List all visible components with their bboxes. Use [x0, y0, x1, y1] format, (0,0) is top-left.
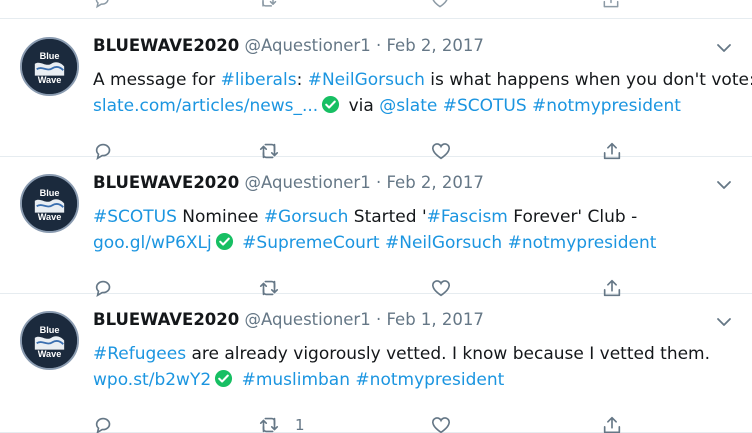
- tweet-text: Forever' Club -: [507, 207, 638, 227]
- reply-icon: [93, 414, 115, 433]
- tweet-date[interactable]: Feb 2, 2017: [386, 173, 483, 192]
- display-name[interactable]: BLUEWAVE2020: [93, 36, 239, 55]
- retweet-icon[interactable]: [258, 0, 278, 14]
- check-circle-icon: [215, 232, 234, 251]
- tweet-date[interactable]: Feb 1, 2017: [386, 310, 483, 329]
- tweet[interactable]: Blue Wave BLUEWAVE2020 @Aquestioner1 · Feb…: [0, 157, 752, 298]
- tweet-text: A message for: [93, 70, 221, 90]
- display-name[interactable]: BLUEWAVE2020: [93, 173, 239, 192]
- chevron-down-icon[interactable]: [716, 179, 732, 191]
- tweet-date[interactable]: Feb 2, 2017: [386, 36, 483, 55]
- user-handle[interactable]: @Aquestioner1: [245, 173, 371, 192]
- retweet-button[interactable]: 1: [258, 414, 305, 433]
- chevron-down-icon[interactable]: [716, 42, 732, 54]
- tweet[interactable]: Blue Wave BLUEWAVE2020 @Aquestioner1 · Feb…: [0, 20, 752, 161]
- hashtag-link[interactable]: #Gorsuch: [264, 207, 349, 227]
- tweet-text-line: #SCOTUS Nominee #Gorsuch Started '#Fasci…: [93, 205, 637, 229]
- tweet-text: :: [296, 70, 308, 90]
- hashtag-link[interactable]: #SupremeCourt: [242, 233, 379, 253]
- tweet-text-line: A message for #liberals: #NeilGorsuch is…: [93, 68, 752, 92]
- retweet-count: 1: [295, 416, 305, 433]
- tweet-header: BLUEWAVE2020 @Aquestioner1 · Feb 2, 2017: [93, 35, 484, 57]
- avatar-text-bottom: Wave: [38, 349, 62, 359]
- check-circle-icon: [214, 369, 233, 388]
- check-circle-icon: [321, 95, 340, 114]
- hashtag-link[interactable]: #Refugees: [93, 344, 186, 364]
- url-link[interactable]: wpo.st/b2wY2: [93, 370, 211, 390]
- hashtag-link[interactable]: #NeilGorsuch: [308, 70, 425, 90]
- hashtag-link[interactable]: #notmypresident: [508, 233, 657, 253]
- separator-dot: ·: [375, 310, 382, 329]
- tweet[interactable]: Blue Wave BLUEWAVE2020 @Aquestioner1 · Feb…: [0, 294, 752, 433]
- avatar[interactable]: Blue Wave: [20, 174, 79, 233]
- separator-dot: ·: [375, 36, 382, 55]
- hashtag-link[interactable]: #notmypresident: [532, 96, 681, 116]
- separator-dot: ·: [375, 173, 382, 192]
- mention-link[interactable]: @slate: [379, 96, 437, 116]
- share-icon[interactable]: [601, 0, 621, 14]
- url-link[interactable]: slate.com/articles/news_...: [93, 96, 318, 116]
- retweet-icon: [258, 414, 280, 433]
- tweet-text: are already vigorously vetted. I know be…: [186, 344, 711, 364]
- hashtag-link[interactable]: #muslimban: [242, 370, 350, 390]
- avatar[interactable]: Blue Wave: [20, 311, 79, 370]
- reply-icon[interactable]: [93, 0, 113, 14]
- user-handle[interactable]: @Aquestioner1: [245, 310, 371, 329]
- avatar-text-top: Blue: [40, 51, 60, 61]
- hashtag-link[interactable]: #SCOTUS: [93, 207, 177, 227]
- previous-tweet-footer: [0, 0, 752, 19]
- like-icon: [430, 414, 452, 433]
- like-button[interactable]: [430, 414, 452, 433]
- avatar-text-top: Blue: [40, 188, 60, 198]
- tweet-text: Nominee: [176, 207, 264, 227]
- hashtag-link[interactable]: #Fascism: [427, 207, 508, 227]
- tweet-text-line: wpo.st/b2wY2 #muslimban #notmypresident: [93, 368, 504, 392]
- hashtag-link[interactable]: #NeilGorsuch: [385, 233, 502, 253]
- tweet-text-line: goo.gl/wP6XLj #SupremeCourt #NeilGorsuch…: [93, 231, 656, 255]
- like-icon[interactable]: [430, 0, 450, 14]
- tweet-text: via: [343, 96, 380, 116]
- hashtag-link[interactable]: #liberals: [221, 70, 297, 90]
- display-name[interactable]: BLUEWAVE2020: [93, 310, 239, 329]
- share-icon: [601, 414, 623, 433]
- tweet-text: is what happens when you don't vote:: [424, 70, 752, 90]
- hashtag-link[interactable]: #notmypresident: [355, 370, 504, 390]
- hashtag-link[interactable]: #SCOTUS: [443, 96, 527, 116]
- tweet-header: BLUEWAVE2020 @Aquestioner1 · Feb 2, 2017: [93, 172, 484, 194]
- tweet-text-line: slate.com/articles/news_... via @slate #…: [93, 94, 681, 118]
- avatar-text-bottom: Wave: [38, 212, 62, 222]
- user-handle[interactable]: @Aquestioner1: [245, 36, 371, 55]
- avatar-text-top: Blue: [40, 325, 60, 335]
- reply-button[interactable]: [93, 414, 115, 433]
- tweet-text-line: #Refugees are already vigorously vetted.…: [93, 342, 710, 366]
- tweet-header: BLUEWAVE2020 @Aquestioner1 · Feb 1, 2017: [93, 309, 484, 331]
- chevron-down-icon[interactable]: [716, 316, 732, 328]
- url-link[interactable]: goo.gl/wP6XLj: [93, 233, 212, 253]
- avatar-text-bottom: Wave: [38, 75, 62, 85]
- avatar[interactable]: Blue Wave: [20, 37, 79, 96]
- tweet-text: Started ': [348, 207, 427, 227]
- share-button[interactable]: [601, 414, 623, 433]
